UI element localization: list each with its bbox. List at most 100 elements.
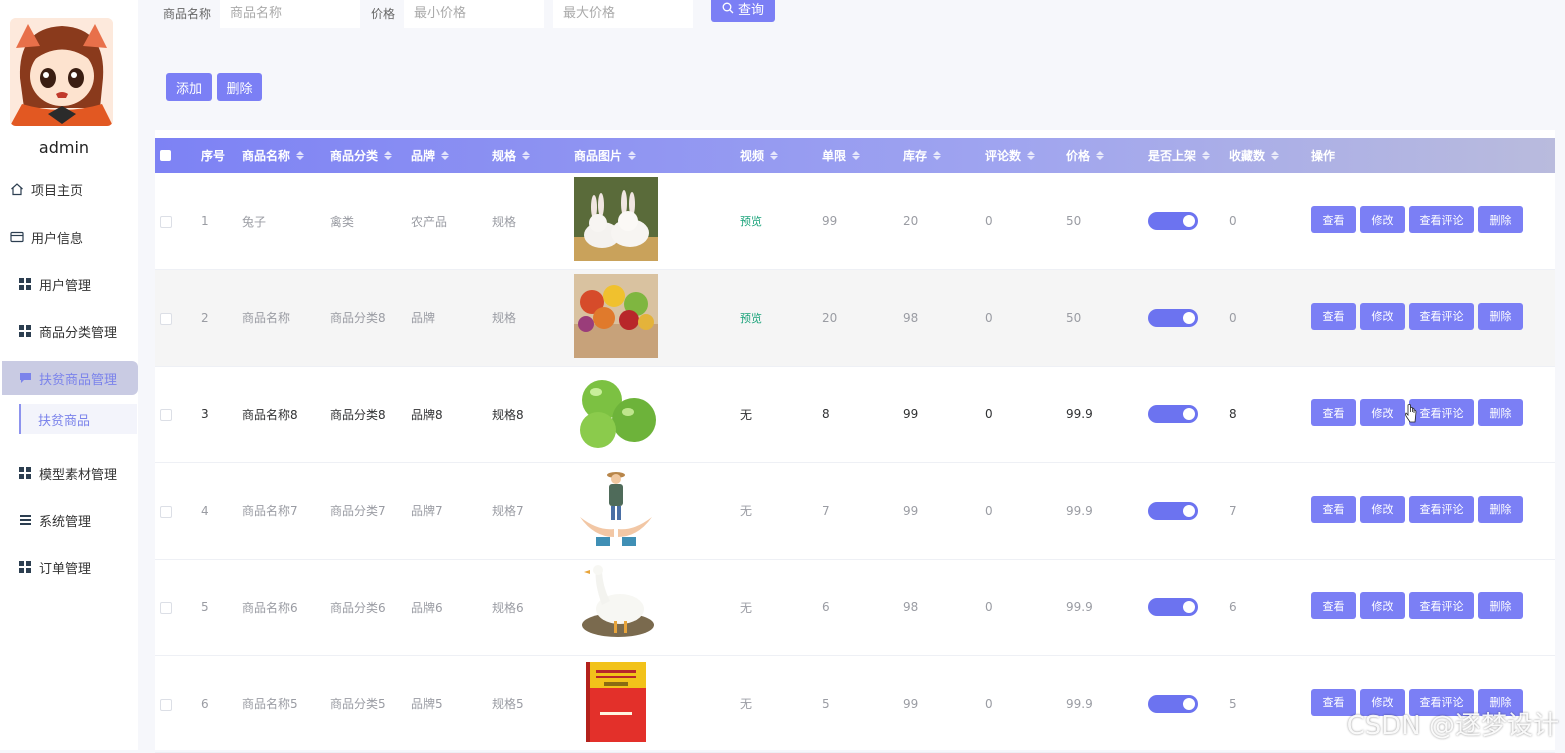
cell-spec: 规格5 bbox=[492, 697, 524, 711]
col-image[interactable]: 商品图片 bbox=[574, 138, 637, 173]
on-sale-toggle[interactable] bbox=[1148, 694, 1198, 713]
row-checkbox[interactable] bbox=[160, 312, 172, 325]
max-price-input[interactable]: 最大价格 bbox=[553, 0, 693, 28]
row-checkbox[interactable] bbox=[160, 698, 172, 711]
cell-video[interactable]: 预览 bbox=[740, 270, 762, 366]
table-row: 5 商品名称6 商品分类6 品牌6 规格6 无 6 98 0 99.9 6 查看 修改 查看评论 删除 bbox=[155, 559, 1555, 656]
menu-label: 用户管理 bbox=[39, 278, 92, 294]
sort-icon bbox=[1096, 151, 1105, 160]
view-button[interactable]: 查看 bbox=[1311, 399, 1356, 426]
avatar-image bbox=[10, 18, 113, 126]
name-input[interactable]: 商品名称 bbox=[220, 0, 360, 28]
on-sale-toggle[interactable] bbox=[1148, 405, 1198, 423]
menu-item-order-management[interactable]: 订单管理 bbox=[0, 550, 136, 584]
cell-price: 50 bbox=[1066, 310, 1082, 325]
edit-button[interactable]: 修改 bbox=[1360, 592, 1405, 619]
product-image[interactable] bbox=[574, 273, 658, 358]
col-price[interactable]: 价格 bbox=[1066, 138, 1105, 173]
col-brand[interactable]: 品牌 bbox=[411, 138, 450, 173]
row-checkbox[interactable] bbox=[160, 409, 172, 421]
cell-price: 99.9 bbox=[1066, 503, 1093, 518]
cell-price: 99.9 bbox=[1066, 600, 1093, 614]
row-checkbox[interactable] bbox=[160, 216, 172, 228]
table-row: 1 兔子 禽类 农产品 规格 预览 99 20 0 50 0 查看 修改 查看评论 删除 bbox=[155, 173, 1555, 270]
grid-icon bbox=[17, 323, 33, 339]
cell-comments: 0 bbox=[985, 503, 993, 518]
query-button[interactable]: 查询 bbox=[711, 0, 775, 22]
delete-button[interactable]: 删除 bbox=[1478, 206, 1523, 233]
menu-item-poverty-goods-management[interactable]: 扶贫商品管理 bbox=[2, 361, 138, 395]
row-checkbox[interactable] bbox=[160, 602, 172, 614]
view-button[interactable]: 查看 bbox=[1311, 302, 1356, 330]
product-image[interactable] bbox=[574, 177, 658, 261]
cell-limit: 99 bbox=[822, 214, 838, 228]
sort-icon bbox=[770, 151, 779, 160]
col-comments[interactable]: 评论数 bbox=[985, 138, 1036, 173]
view-button[interactable]: 查看 bbox=[1311, 495, 1356, 523]
menu-item-model-materials[interactable]: 模型素材管理 bbox=[0, 456, 136, 490]
cell-category: 商品分类8 bbox=[330, 407, 386, 422]
cell-video: 无 bbox=[740, 697, 753, 711]
search-icon bbox=[722, 2, 734, 14]
sort-icon bbox=[1271, 151, 1280, 160]
menu-item-user-management[interactable]: 用户管理 bbox=[0, 267, 136, 301]
product-image[interactable] bbox=[574, 370, 658, 454]
avatar[interactable] bbox=[10, 18, 113, 126]
menu-label: 用户信息 bbox=[31, 231, 84, 247]
edit-button[interactable]: 修改 bbox=[1360, 399, 1405, 426]
col-stock[interactable]: 库存 bbox=[903, 138, 942, 173]
col-limit[interactable]: 单限 bbox=[822, 138, 861, 173]
view-button[interactable]: 查看 bbox=[1311, 206, 1356, 233]
col-name[interactable]: 商品名称 bbox=[242, 138, 305, 173]
col-spec[interactable]: 规格 bbox=[492, 138, 531, 173]
view-comments-button[interactable]: 查看评论 bbox=[1409, 206, 1474, 233]
col-favorites[interactable]: 收藏数 bbox=[1229, 138, 1280, 173]
submenu-item-poverty-goods[interactable]: 扶贫商品 bbox=[19, 404, 137, 434]
cell-stock: 99 bbox=[903, 407, 919, 421]
sort-icon bbox=[522, 151, 531, 160]
on-sale-toggle[interactable] bbox=[1148, 598, 1198, 616]
menu-item-system-management[interactable]: 系统管理 bbox=[0, 503, 136, 537]
cell-category: 商品分类6 bbox=[330, 600, 386, 615]
delete-button[interactable]: 删除 bbox=[1478, 302, 1523, 330]
cell-name: 商品名称7 bbox=[242, 504, 298, 518]
add-button[interactable]: 添加 bbox=[166, 73, 212, 101]
on-sale-toggle[interactable] bbox=[1148, 212, 1198, 230]
cell-price: 50 bbox=[1066, 214, 1082, 228]
cell-name: 商品名称8 bbox=[242, 407, 298, 422]
cell-limit: 7 bbox=[822, 503, 830, 518]
edit-button[interactable]: 修改 bbox=[1360, 206, 1405, 233]
menu-item-category-management[interactable]: 商品分类管理 bbox=[0, 314, 136, 348]
cell-limit: 8 bbox=[822, 407, 830, 421]
view-button[interactable]: 查看 bbox=[1311, 592, 1356, 619]
view-comments-button[interactable]: 查看评论 bbox=[1409, 592, 1474, 619]
sort-icon bbox=[441, 151, 450, 160]
batch-delete-button[interactable]: 删除 bbox=[217, 73, 262, 101]
view-comments-button[interactable]: 查看评论 bbox=[1409, 495, 1474, 523]
view-comments-button[interactable]: 查看评论 bbox=[1409, 302, 1474, 330]
product-image[interactable] bbox=[574, 563, 658, 647]
view-comments-button[interactable]: 查看评论 bbox=[1409, 399, 1474, 426]
col-on-sale[interactable]: 是否上架 bbox=[1148, 138, 1211, 173]
col-category[interactable]: 商品分类 bbox=[330, 138, 393, 173]
edit-button[interactable]: 修改 bbox=[1360, 302, 1405, 330]
watermark: CSDN @逐梦设计 bbox=[1346, 711, 1559, 741]
cell-name: 商品名称6 bbox=[242, 600, 298, 615]
menu-item-user-info[interactable]: 用户信息 bbox=[0, 220, 136, 254]
cell-video[interactable]: 预览 bbox=[740, 173, 762, 269]
product-image[interactable] bbox=[574, 659, 658, 744]
cell-favorites: 6 bbox=[1229, 600, 1237, 614]
delete-button[interactable]: 删除 bbox=[1478, 592, 1523, 619]
on-sale-toggle[interactable] bbox=[1148, 308, 1198, 327]
sidebar: admin 项目主页 用户信息 用户管理 商品分类管理 扶贫商品管理 扶贫商品 … bbox=[0, 0, 138, 750]
on-sale-toggle[interactable] bbox=[1148, 501, 1198, 520]
delete-button[interactable]: 删除 bbox=[1478, 399, 1523, 426]
col-video[interactable]: 视频 bbox=[740, 138, 779, 173]
select-all-checkbox[interactable] bbox=[160, 150, 171, 161]
delete-button[interactable]: 删除 bbox=[1478, 495, 1523, 523]
product-image[interactable] bbox=[574, 466, 658, 551]
min-price-input[interactable]: 最小价格 bbox=[404, 0, 544, 28]
edit-button[interactable]: 修改 bbox=[1360, 495, 1405, 523]
menu-item-home[interactable]: 项目主页 bbox=[0, 172, 136, 206]
row-checkbox[interactable] bbox=[160, 505, 172, 518]
